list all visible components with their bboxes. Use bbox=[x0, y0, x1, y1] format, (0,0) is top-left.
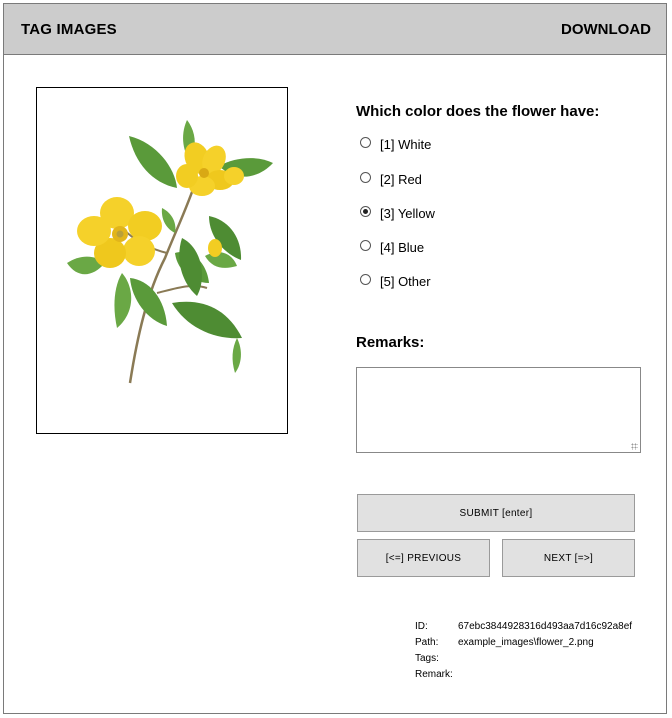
option-other[interactable]: [5] Other bbox=[360, 274, 431, 289]
resize-grip-icon[interactable] bbox=[631, 443, 638, 450]
previous-button[interactable]: [<=] PREVIOUS bbox=[357, 539, 490, 577]
meta-path-label: Path: bbox=[415, 637, 439, 648]
radio-yellow[interactable] bbox=[360, 206, 371, 217]
meta-id-label: ID: bbox=[415, 621, 428, 632]
app-frame: TAG IMAGES DOWNLOAD Which color does the… bbox=[3, 3, 667, 714]
image-preview bbox=[36, 87, 288, 434]
header-bar: TAG IMAGES DOWNLOAD bbox=[4, 4, 666, 55]
question-label: Which color does the flower have: bbox=[356, 103, 600, 120]
remarks-label: Remarks: bbox=[356, 334, 425, 351]
option-white-label: [1] White bbox=[380, 137, 432, 152]
option-other-label: [5] Other bbox=[380, 274, 431, 289]
flower-image bbox=[67, 120, 273, 384]
option-red-label: [2] Red bbox=[380, 172, 422, 187]
radio-red[interactable] bbox=[360, 172, 371, 183]
meta-remark-label: Remark: bbox=[415, 669, 453, 680]
radio-other[interactable] bbox=[360, 274, 371, 285]
radio-white[interactable] bbox=[360, 137, 371, 148]
radio-blue[interactable] bbox=[360, 240, 371, 251]
next-button[interactable]: NEXT [=>] bbox=[502, 539, 635, 577]
submit-button[interactable]: SUBMIT [enter] bbox=[357, 494, 635, 532]
download-link[interactable]: DOWNLOAD bbox=[561, 21, 651, 38]
page-title: TAG IMAGES bbox=[21, 21, 117, 38]
option-blue-label: [4] Blue bbox=[380, 240, 425, 255]
remarks-textarea[interactable] bbox=[356, 367, 641, 453]
option-red[interactable]: [2] Red bbox=[360, 172, 422, 187]
option-yellow[interactable]: [3] Yellow bbox=[360, 206, 435, 221]
meta-id-value: 67ebc3844928316d493aa7d16c92a8ef bbox=[458, 621, 633, 632]
option-yellow-label: [3] Yellow bbox=[380, 206, 435, 221]
option-blue[interactable]: [4] Blue bbox=[360, 240, 424, 255]
meta-path-value: example_images\flower_2.png bbox=[458, 637, 594, 648]
option-white[interactable]: [1] White bbox=[360, 137, 431, 152]
meta-tags-label: Tags: bbox=[415, 653, 439, 664]
